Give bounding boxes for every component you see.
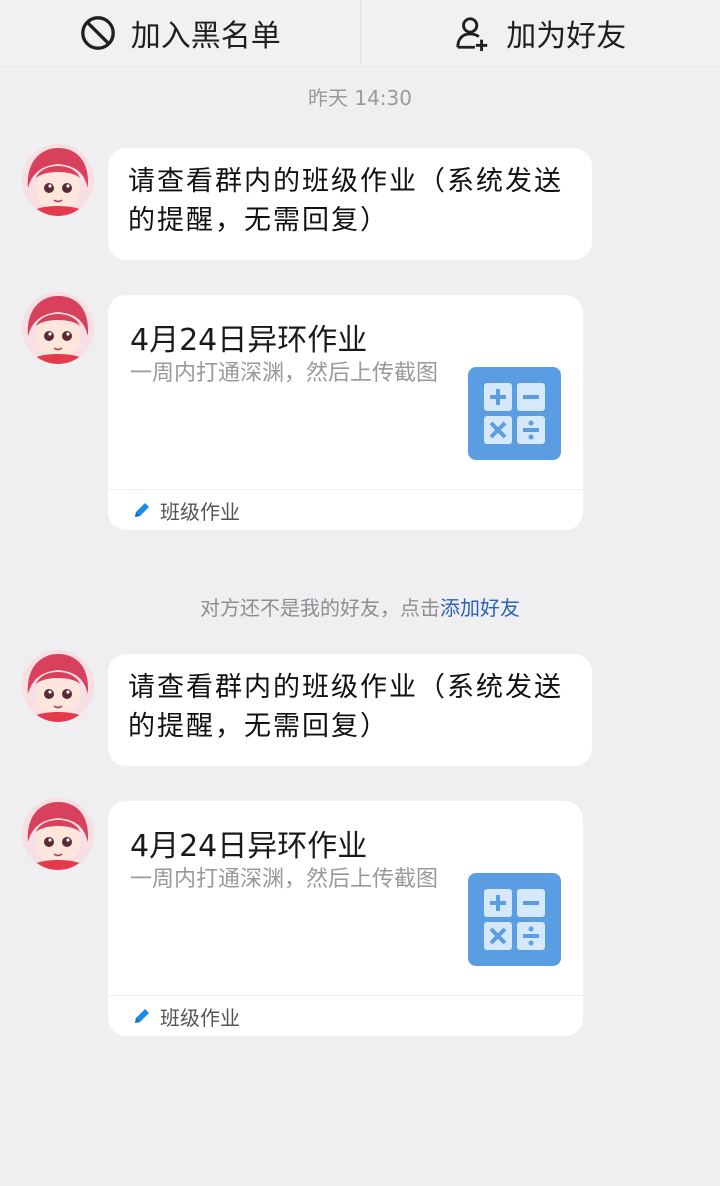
message-bubble[interactable]: 请查看群内的班级作业（系统发送 的提醒，无需回复）: [108, 148, 592, 260]
friend-notice-text: 对方还不是我的好友，点击: [200, 596, 440, 620]
add-friend-link[interactable]: 添加好友: [440, 596, 520, 620]
avatar-image: [22, 798, 94, 870]
message-bubble[interactable]: 请查看群内的班级作业（系统发送 的提醒，无需回复）: [108, 654, 592, 766]
avatar-image: [22, 144, 94, 216]
message-text-line: 的提醒，无需回复）: [128, 205, 389, 236]
block-icon: [80, 16, 115, 50]
top-action-bar: 加入黑名单 加为好友: [0, 0, 720, 67]
avatar[interactable]: [22, 650, 94, 722]
homework-card[interactable]: 4月24日异环作业 一周内打通深渊，然后上传截图 班级作业: [108, 801, 583, 1036]
card-title: 4月24日异环作业: [130, 323, 368, 358]
message-timestamp: 昨天 14:30: [308, 86, 412, 110]
card-footer-label: 班级作业: [160, 1005, 240, 1030]
block-button[interactable]: 加入黑名单: [0, 0, 360, 66]
add-friend-button[interactable]: 加为好友: [359, 0, 720, 66]
card-title: 4月24日异环作业: [130, 829, 368, 864]
calculator-icon: [468, 367, 561, 460]
card-footer-label: 班级作业: [160, 499, 240, 524]
avatar[interactable]: [22, 292, 94, 364]
card-description: 一周内打通深渊，然后上传截图: [130, 361, 439, 386]
calculator-icon: [468, 873, 561, 966]
pencil-icon: [135, 1009, 149, 1023]
add-friend-label: 加为好友: [506, 19, 627, 54]
message-text-line: 的提醒，无需回复）: [128, 711, 389, 742]
pencil-icon: [135, 503, 149, 517]
avatar[interactable]: [22, 144, 94, 216]
message-text-line: 请查看群内的班级作业（系统发送: [128, 672, 563, 703]
card-footer: 班级作业: [108, 489, 583, 530]
card-footer: 班级作业: [108, 995, 583, 1036]
avatar[interactable]: [22, 798, 94, 870]
add-user-icon: [456, 17, 488, 52]
message-text-line: 请查看群内的班级作业（系统发送: [128, 166, 563, 197]
block-label: 加入黑名单: [130, 19, 281, 54]
avatar-image: [22, 292, 94, 364]
avatar-image: [22, 650, 94, 722]
friend-notice: 对方还不是我的好友，点击添加好友: [0, 592, 720, 621]
homework-card[interactable]: 4月24日异环作业 一周内打通深渊，然后上传截图 班级作业: [108, 295, 583, 530]
card-description: 一周内打通深渊，然后上传截图: [130, 867, 439, 892]
